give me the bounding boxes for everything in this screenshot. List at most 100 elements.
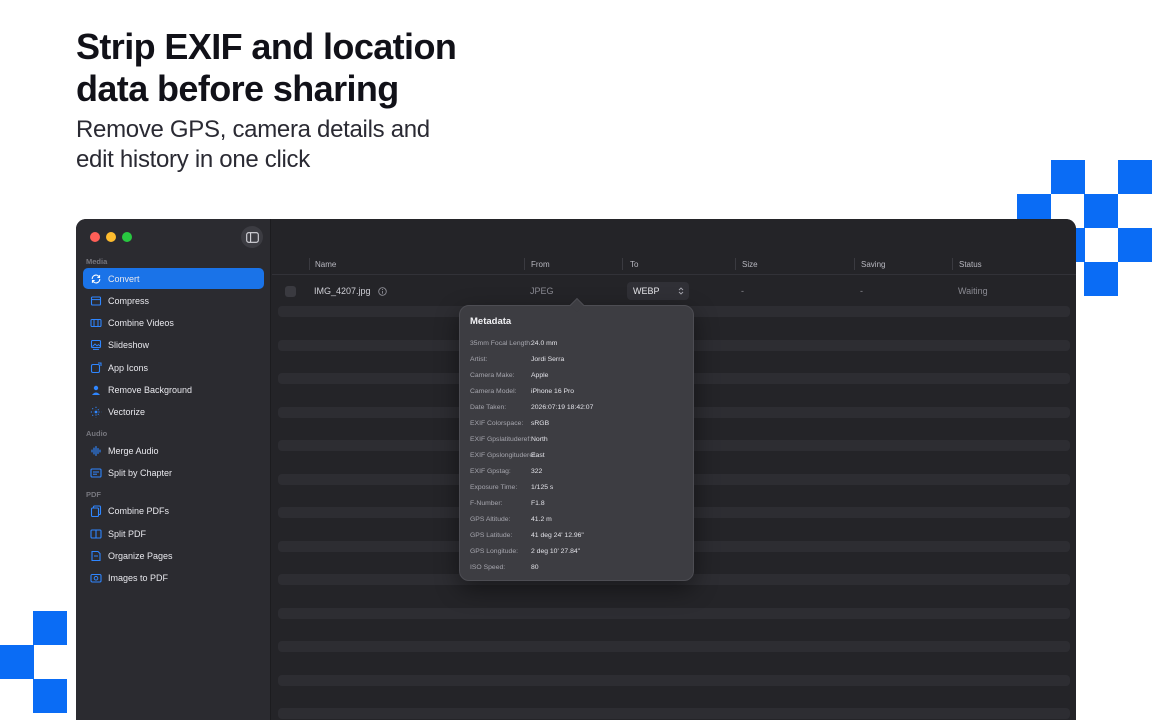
sidebar-item-app-icons[interactable]: App Icons: [83, 357, 264, 378]
column-header-to[interactable]: To: [630, 260, 638, 269]
sidebar-item-label: Remove Background: [108, 385, 193, 395]
column-header-saving[interactable]: Saving: [861, 260, 885, 269]
metadata-key: EXIF Colorspace:: [470, 420, 524, 427]
column-header-name[interactable]: Name: [315, 260, 336, 269]
sidebar-item-slideshow[interactable]: Slideshow: [83, 335, 264, 356]
sidebar-section-pdf: PDF: [86, 489, 101, 499]
sidebar-section-media: Media: [86, 257, 108, 266]
empty-row: [278, 674, 1070, 686]
metadata-row: F-Number: F1.8: [470, 500, 685, 512]
column-header-from[interactable]: From: [531, 260, 550, 269]
metadata-row: EXIF Gpslongituderef: East: [470, 452, 685, 464]
metadata-popover: Metadata 35mm Focal Length: 24.0 mm Artist…: [459, 297, 694, 581]
header-divider: [272, 274, 1076, 275]
vectorize-icon: [90, 406, 102, 418]
metadata-value: Jordi Serra: [531, 356, 565, 363]
metadata-row: GPS Latitude: 41 deg 24' 12.96": [470, 532, 685, 544]
sidebar-item-merge-audio[interactable]: Merge Audio: [83, 440, 264, 461]
sidebar-item-split-pdf[interactable]: Split PDF: [83, 523, 264, 544]
metadata-value: Apple: [531, 372, 549, 379]
metadata-value: 24.0 mm: [531, 340, 558, 347]
target-format-select[interactable]: WEBP: [627, 282, 689, 300]
app-icons-icon: [90, 362, 102, 374]
sidebar-section-audio: Audio: [86, 429, 108, 439]
metadata-key: Exposure Time:: [470, 484, 518, 491]
metadata-key: GPS Latitude:: [470, 532, 513, 539]
info-icon[interactable]: [378, 287, 387, 296]
column-separator: [622, 258, 623, 270]
sidebar-item-combine-videos[interactable]: Combine Videos: [83, 313, 264, 334]
remove-background-icon: [90, 384, 102, 396]
file-status: Waiting: [958, 286, 988, 296]
sidebar-item-label: Vectorize: [108, 407, 146, 418]
sidebar-item-label: Images to PDF: [108, 573, 169, 584]
metadata-value: 322: [531, 468, 543, 475]
sidebar-item-compress[interactable]: Compress: [83, 290, 264, 311]
sidebar: Media Convert Compress Combine Videos Slides…: [76, 219, 271, 720]
slideshow-icon: [90, 339, 102, 351]
metadata-key: Camera Make:: [470, 372, 515, 379]
popover-title: Metadata: [470, 316, 512, 327]
metadata-key: EXIF Gpstag:: [470, 468, 511, 475]
metadata-key: GPS Altitude:: [470, 516, 511, 523]
metadata-row: Exposure Time: 1/125 s: [470, 484, 685, 496]
minimize-window-button[interactable]: [106, 232, 116, 242]
metadata-row: 35mm Focal Length: 24.0 mm: [470, 340, 685, 352]
column-header-status[interactable]: Status: [959, 260, 982, 269]
combine-pdfs-icon: [90, 505, 102, 518]
chevron-up-down-icon: [678, 287, 684, 295]
column-separator: [309, 258, 310, 270]
file-size: -: [741, 286, 744, 296]
sidebar-item-organize-pages[interactable]: Organize Pages: [83, 545, 264, 566]
convert-icon: [90, 273, 102, 285]
metadata-value: F1.8: [531, 500, 545, 507]
column-header-size[interactable]: Size: [742, 260, 758, 269]
metadata-key: 35mm Focal Length:: [470, 340, 532, 347]
metadata-value: 2 deg 10' 27.84": [531, 548, 581, 555]
sidebar-item-label: App Icons: [108, 362, 149, 373]
close-window-button[interactable]: [90, 232, 100, 242]
metadata-key: GPS Longitude:: [470, 548, 518, 555]
metadata-row: EXIF Gpslatituderef: North: [470, 436, 685, 448]
sidebar-item-split-by-chapter[interactable]: Split by Chapter: [83, 462, 264, 483]
combine-videos-icon: [90, 317, 102, 329]
headline: Strip EXIF and location data before shar…: [76, 26, 496, 110]
metadata-key: F-Number:: [470, 500, 503, 507]
metadata-row: Camera Model: iPhone 16 Pro: [470, 388, 685, 400]
sidebar-item-combine-pdfs[interactable]: Combine PDFs: [83, 501, 264, 522]
split-pdf-icon: [90, 528, 102, 540]
popover-caret: [569, 297, 585, 313]
compress-icon: [90, 295, 102, 307]
metadata-key: EXIF Gpslatituderef:: [470, 436, 532, 443]
sidebar-item-label: Compress: [108, 295, 150, 306]
zoom-window-button[interactable]: [122, 232, 132, 242]
metadata-key: Camera Model:: [470, 388, 517, 395]
metadata-key: EXIF Gpslongituderef:: [470, 452, 537, 459]
images-to-pdf-icon: [90, 572, 102, 584]
file-name: IMG_4207.jpg: [314, 286, 371, 296]
metadata-value: 1/125 s: [531, 484, 554, 491]
headline-line-1: Strip EXIF and location: [76, 26, 457, 67]
pixel-pattern-bottom-left: [0, 611, 76, 720]
sidebar-item-convert[interactable]: Convert: [83, 268, 264, 289]
row-checkbox[interactable]: [285, 286, 296, 297]
metadata-row: GPS Altitude: 41.2 m: [470, 516, 685, 528]
sidebar-toggle-button[interactable]: [241, 226, 263, 248]
metadata-row: GPS Longitude: 2 deg 10' 27.84": [470, 548, 685, 560]
metadata-row: Artist: Jordi Serra: [470, 356, 685, 368]
sidebar-item-remove-background[interactable]: Remove Background: [83, 380, 264, 401]
sidebar-item-images-to-pdf[interactable]: Images to PDF: [83, 568, 264, 589]
metadata-value: 80: [531, 564, 539, 571]
sidebar-item-label: Combine Videos: [108, 318, 174, 329]
file-table-area: Name From To Size Saving Status IMG_4207…: [272, 219, 1076, 720]
sidebar-item-vectorize[interactable]: Vectorize: [83, 402, 264, 423]
empty-row: [278, 641, 1070, 652]
subheadline: Remove GPS, camera details and edit hist…: [76, 115, 476, 175]
column-separator: [735, 258, 736, 270]
source-format: JPEG: [530, 286, 554, 296]
sidebar-toggle-icon: [245, 231, 259, 243]
app-window: Media Convert Compress Combine Videos Slides…: [76, 219, 1076, 720]
column-separator: [952, 258, 953, 270]
metadata-value: 41.2 m: [531, 516, 552, 523]
metadata-value: East: [531, 452, 545, 459]
